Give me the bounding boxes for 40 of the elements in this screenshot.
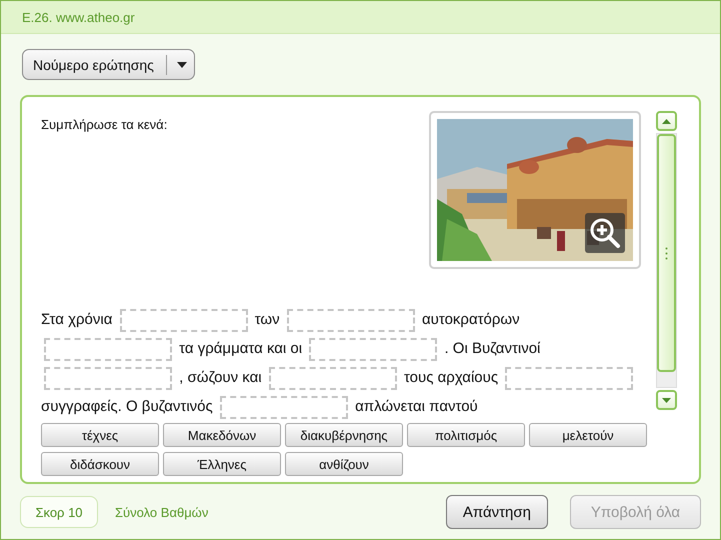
passage-text: Στα χρόνια [41, 311, 112, 328]
question-number-dropdown[interactable]: Νούμερο ερώτησης [22, 49, 195, 80]
passage-text: . Οι Βυζαντινοί [444, 340, 540, 357]
zoom-in-icon[interactable] [585, 213, 625, 253]
passage-text: συγγραφείς. Ο βυζαντινός [41, 398, 213, 415]
word-choice[interactable]: διδάσκουν [41, 452, 159, 476]
word-choice[interactable]: Μακεδόνων [163, 423, 281, 447]
instruction-text: Συμπλήρωσε τα κενά: [41, 117, 168, 134]
word-choice[interactable]: μελετούν [529, 423, 647, 447]
word-choice[interactable]: τέχνες [41, 423, 159, 447]
passage-text: αυτοκρατόρων [422, 311, 520, 328]
word-choice[interactable]: Έλληνες [163, 452, 281, 476]
answer-button[interactable]: Απάντηση [446, 495, 548, 529]
blank-slot[interactable] [220, 396, 348, 419]
blank-slot[interactable] [268, 366, 397, 390]
passage-text: των [254, 311, 280, 328]
total-points-label: Σύνολο Βαθμών [115, 504, 210, 520]
scrollbar-thumb[interactable] [657, 134, 676, 372]
passage-text: , σώζουν και [179, 369, 262, 386]
word-choice[interactable]: ανθίζουν [285, 452, 403, 476]
up-arrow-icon [662, 118, 671, 124]
blank-slot[interactable] [120, 308, 248, 332]
app-title: E.26. www.atheo.gr [22, 10, 135, 24]
grip-icon [665, 246, 668, 260]
blank-slot[interactable] [44, 338, 172, 361]
down-arrow-icon [662, 398, 671, 402]
caret-icon [176, 62, 187, 68]
scroll-down-button[interactable] [656, 390, 677, 410]
blank-slot[interactable] [309, 338, 438, 361]
passage-text: απλώνεται παντού [355, 398, 478, 415]
score-badge: Σκορ 10 [20, 496, 98, 528]
word-choice[interactable]: διακυβέρνησης [285, 423, 403, 447]
blank-slot[interactable] [505, 366, 634, 390]
passage-text: τα γράμματα και οι [179, 340, 302, 357]
blank-slot[interactable] [286, 308, 415, 332]
scroll-up-button[interactable] [656, 111, 677, 131]
scrollbar-track[interactable] [656, 133, 677, 388]
word-choice[interactable]: πολιτισμός [407, 423, 525, 447]
passage-text: τους αρχαίους [404, 369, 498, 386]
blank-slot[interactable] [44, 366, 172, 390]
